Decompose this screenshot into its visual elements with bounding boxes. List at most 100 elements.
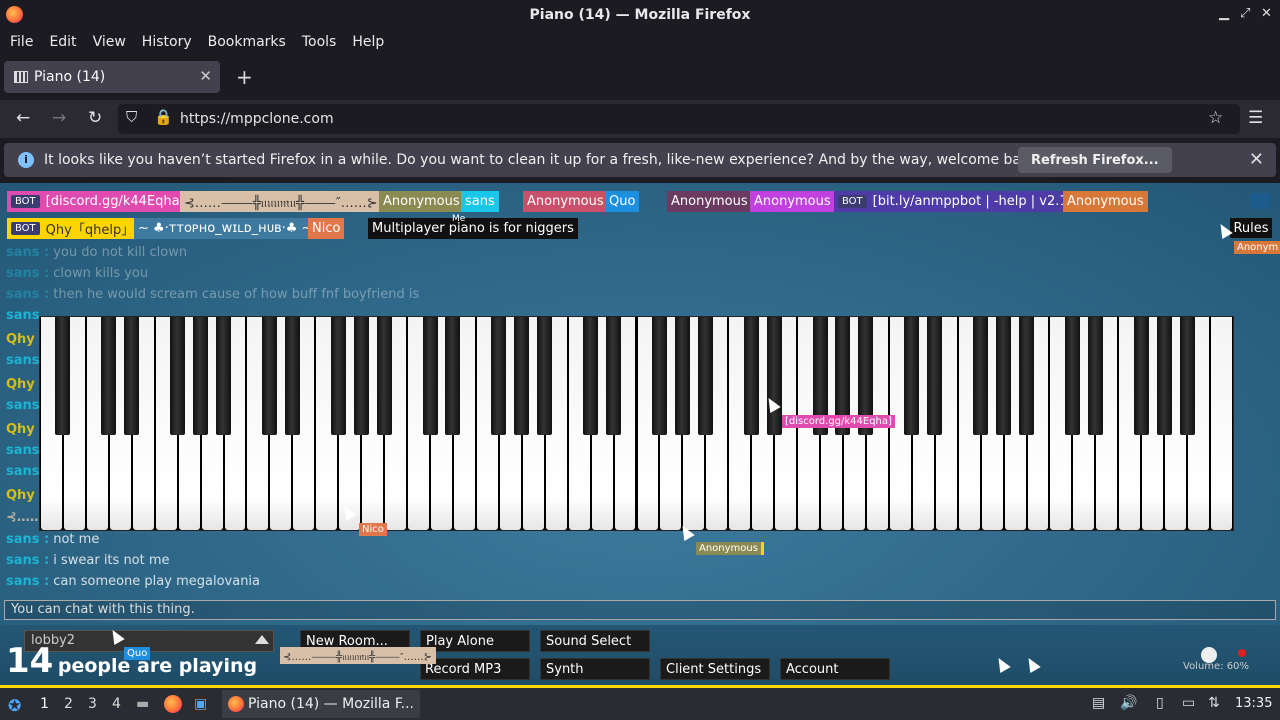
black-key[interactable] [330,317,346,435]
lock-icon[interactable]: 🔒 [154,108,173,126]
black-key[interactable] [514,317,530,435]
menu-bookmarks[interactable]: Bookmarks [202,34,292,50]
client-settings-button[interactable]: Client Settings [660,658,770,680]
black-key[interactable] [124,317,140,435]
participant-chip[interactable]: Nico [308,218,345,239]
tray-window-icon[interactable]: ▤ [1092,695,1105,711]
url-bar[interactable]: ⛉ 🔒 https://mppclone.com [118,104,1240,134]
play-alone-button[interactable]: Play Alone [420,630,530,652]
black-key[interactable] [606,317,622,435]
bookmark-star-icon[interactable]: ☆ [1208,108,1223,128]
black-key[interactable] [55,317,71,435]
taskbar-item-firefox[interactable]: Piano (14) — Mozilla F... [222,690,420,718]
hamburger-menu-icon[interactable]: ☰ [1248,108,1263,128]
network-icon[interactable]: ⇅ [1208,695,1220,711]
tab-bar: Piano (14) ✕ + [0,58,1280,96]
terminal-icon[interactable]: ▣ [194,696,207,712]
workspace-2[interactable]: 2 [64,696,73,712]
black-key[interactable] [353,317,369,435]
menu-view[interactable]: View [87,34,132,50]
participant-chip[interactable]: Anonymous [379,191,464,212]
clipboard-icon[interactable]: ▯ [1156,695,1164,711]
black-key[interactable] [697,317,713,435]
black-key[interactable] [537,317,553,435]
participant-chip[interactable]: Quo [605,191,640,212]
black-key[interactable] [674,317,690,435]
status-dot-icon [1238,649,1246,657]
participant-chip[interactable]: sans [461,191,499,212]
black-key[interactable] [1133,317,1149,435]
participant-chip[interactable]: BOT Qhy「qhelp」 [7,218,139,239]
maximize-icon[interactable]: ⤢ [1240,6,1250,21]
black-key[interactable] [101,317,117,435]
chat-input[interactable]: You can chat with this thing. [4,600,1276,620]
close-tab-icon[interactable]: ✕ [199,67,212,85]
participant-chip[interactable]: Anonymous [523,191,608,212]
black-key[interactable] [1179,317,1195,435]
account-button[interactable]: Account [780,658,890,680]
sound-select-button[interactable]: Sound Select [540,630,650,652]
close-notification-icon[interactable]: ✕ [1249,149,1264,170]
rules-button[interactable]: Rules [1230,218,1272,238]
chat-author: sans [6,464,40,479]
menu-help[interactable]: Help [346,34,390,50]
chat-toggle-icon[interactable] [1250,193,1270,209]
workspace-1[interactable]: 1 [40,696,49,712]
black-key[interactable] [651,317,667,435]
black-key[interactable] [1156,317,1172,435]
white-key[interactable] [1211,317,1232,530]
tab-piano[interactable]: Piano (14) ✕ [4,61,220,93]
display-icon[interactable]: ▭ [1182,695,1195,711]
menu-edit[interactable]: Edit [43,34,82,50]
black-key[interactable] [973,317,989,435]
back-icon[interactable]: ← [16,108,30,128]
participant-chip[interactable]: ⊰……⸻╬𝔲𝔲𝔲𝔪𝔲╬⸻″……⊱ [180,191,382,212]
volume-icon[interactable]: 🔊 [1120,695,1137,711]
refresh-firefox-button[interactable]: Refresh Firefox... [1018,147,1172,173]
reload-icon[interactable]: ↻ [88,108,102,128]
minimize-icon[interactable]: ▁ [1219,6,1229,21]
piano-keyboard[interactable] [39,316,1234,531]
forward-icon[interactable]: → [52,108,66,128]
menu-history[interactable]: History [136,34,198,50]
black-key[interactable] [743,317,759,435]
black-key[interactable] [583,317,599,435]
shield-icon[interactable]: ⛉ [126,108,137,126]
black-key[interactable] [996,317,1012,435]
black-key[interactable] [766,317,782,435]
participant-chip[interactable]: ~ ♣·ᴛᴛᴏᴘʜᴏ_ᴡɪʟᴅ_ʜᴜʙ·♣ ~ [134,218,317,239]
record-mp3-button[interactable]: Record MP3 [420,658,530,680]
black-key[interactable] [261,317,277,435]
menu-file[interactable]: File [4,34,39,50]
black-key[interactable] [170,317,186,435]
black-key[interactable] [445,317,461,435]
participant-chip[interactable]: Anonymous [667,191,752,212]
workspace-3[interactable]: 3 [88,696,97,712]
black-key[interactable] [1019,317,1035,435]
room-dropdown-arrow-icon[interactable] [255,635,269,644]
participant-chip[interactable]: BOT [bit.ly/anmppbot | -help | v2.1] [834,191,1077,212]
new-tab-icon[interactable]: + [236,65,253,89]
black-key[interactable] [491,317,507,435]
black-key[interactable] [927,317,943,435]
black-key[interactable] [422,317,438,435]
synth-button[interactable]: Synth [540,658,650,680]
participant-chip[interactable]: Anonymous [1063,191,1148,212]
black-key[interactable] [1087,317,1103,435]
black-key[interactable] [904,317,920,435]
firefox-launcher-icon[interactable] [164,695,182,713]
black-key[interactable] [1064,317,1080,435]
close-window-icon[interactable]: ✕ [1261,6,1272,21]
menu-tools[interactable]: Tools [296,34,343,50]
black-key[interactable] [216,317,232,435]
participant-chip[interactable]: Multiplayer piano is for niggers [368,218,578,239]
black-key[interactable] [376,317,392,435]
black-key[interactable] [284,317,300,435]
start-menu-icon[interactable]: ✪ [8,696,21,715]
file-manager-icon[interactable]: ▬ [136,696,149,712]
participant-chip[interactable]: Anonymous [750,191,835,212]
cursor-label-quo: Quo [124,647,151,660]
workspace-4[interactable]: 4 [112,696,121,712]
black-key[interactable] [193,317,209,435]
participant-chip[interactable]: BOT [discord.gg/k44Eqha] [7,191,189,212]
